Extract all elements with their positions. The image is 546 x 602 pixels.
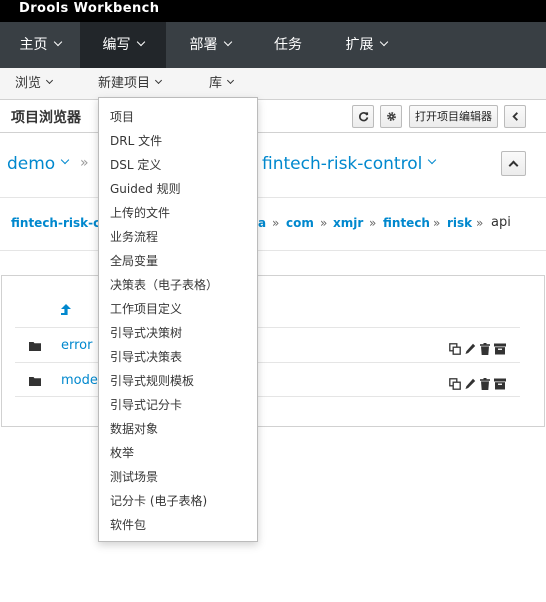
chevron-left-icon [511, 112, 518, 121]
settings-button[interactable] [380, 105, 402, 128]
nav-tasks-label: 任务 [274, 37, 302, 53]
subnav-new-item[interactable]: 新建项目 [98, 68, 163, 99]
copy-icon[interactable] [449, 340, 461, 359]
chevron-down-icon [154, 76, 163, 85]
nav-authoring[interactable]: 编写 [80, 22, 166, 68]
list-item: model [15, 362, 520, 397]
chevron-down-icon [53, 37, 62, 47]
trash-icon[interactable] [480, 375, 490, 394]
pencil-icon[interactable] [465, 340, 476, 359]
package-crumb[interactable]: a [258, 216, 266, 230]
nav-tasks[interactable]: 任务 [258, 22, 318, 68]
open-project-editor-button[interactable]: 打开项目编辑器 [409, 105, 498, 128]
chevron-down-icon [379, 37, 388, 47]
package-crumb[interactable]: xmjr [333, 216, 363, 230]
copy-icon[interactable] [449, 375, 461, 394]
archive-icon[interactable] [494, 375, 506, 394]
app-title: Drools Workbench [19, 1, 160, 16]
subnav-repository-label: 库 [209, 76, 223, 91]
project-dropdown[interactable]: fintech-risk-control [262, 154, 437, 174]
nav-deploy[interactable]: 部署 [170, 22, 250, 68]
package-crumb[interactable]: fintech [383, 216, 430, 230]
subnav-browse[interactable]: 浏览 [15, 68, 54, 99]
chevron-down-icon [136, 37, 145, 47]
pencil-icon[interactable] [465, 375, 476, 394]
workbench-page: Drools Workbench 主页 编写 部署 任务 扩展 浏览 新建项目 … [0, 0, 546, 602]
org-unit-dropdown[interactable]: demo [7, 154, 70, 174]
menu-item-drl-file[interactable]: DRL 文件 [99, 129, 257, 153]
menu-item-package[interactable]: 软件包 [99, 513, 257, 537]
row-actions [449, 375, 509, 390]
menu-item-dsl-definition[interactable]: DSL 定义 [99, 153, 257, 177]
menu-item-global-variable[interactable]: 全局变量 [99, 249, 257, 273]
nav-home-label: 主页 [19, 37, 48, 53]
menu-item-work-item-definition[interactable]: 工作项目定义 [99, 297, 257, 321]
collapse-up-button[interactable] [501, 151, 526, 176]
menu-item-guided-rule-template[interactable]: 引导式规则模板 [99, 369, 257, 393]
chevron-down-icon [226, 76, 235, 85]
nav-deploy-label: 部署 [189, 37, 218, 53]
package-separator-icon: » [272, 216, 280, 230]
package-breadcrumb: fintech-risk-co a » com » xmjr » fintech… [0, 197, 546, 251]
subnav-browse-label: 浏览 [15, 76, 42, 91]
package-separator-icon: » [433, 216, 441, 230]
subnav-new-item-label: 新建项目 [98, 76, 151, 91]
list-item: error [15, 327, 520, 362]
brand-bar: Drools Workbench [0, 0, 546, 22]
nav-authoring-label: 编写 [102, 37, 131, 53]
path-separator-icon: » [80, 155, 89, 171]
gear-icon [386, 112, 396, 121]
menu-item-uploaded-file[interactable]: 上传的文件 [99, 201, 257, 225]
level-up-icon[interactable] [60, 303, 72, 317]
menu-item-guided-decision-table[interactable]: 引导式决策表 [99, 345, 257, 369]
trash-icon[interactable] [480, 340, 490, 359]
package-crumb[interactable]: risk [447, 216, 472, 230]
org-unit-label: demo [7, 154, 56, 174]
main-nav: 主页 编写 部署 任务 扩展 [0, 22, 546, 68]
project-label: fintech-risk-control [262, 154, 423, 174]
folder-name[interactable]: model [61, 373, 101, 388]
menu-item-decision-table-spreadsheet[interactable]: 决策表（电子表格） [99, 273, 257, 297]
menu-item-business-process[interactable]: 业务流程 [99, 225, 257, 249]
chevron-down-icon [428, 155, 437, 165]
collapse-left-button[interactable] [504, 105, 526, 128]
chevron-down-icon [223, 37, 232, 47]
refresh-icon [358, 112, 368, 122]
menu-item-guided-scorecard[interactable]: 引导式记分卡 [99, 393, 257, 417]
project-path: demo » fintech-risk-control [0, 146, 546, 182]
menu-item-data-object[interactable]: 数据对象 [99, 417, 257, 441]
explorer-header: 项目浏览器 打开项目编辑器 [0, 100, 546, 133]
new-item-menu: 项目 DRL 文件 DSL 定义 Guided 规则 上传的文件 业务流程 全局… [98, 97, 258, 542]
nav-extensions-label: 扩展 [345, 37, 374, 53]
package-separator-icon: » [476, 216, 484, 230]
menu-item-guided-decision-tree[interactable]: 引导式决策树 [99, 321, 257, 345]
menu-item-scorecard-spreadsheet[interactable]: 记分卡 (电子表格) [99, 489, 257, 513]
nav-home[interactable]: 主页 [0, 22, 80, 68]
package-crumb[interactable]: com [286, 216, 314, 230]
open-project-editor-label: 打开项目编辑器 [415, 110, 492, 123]
current-package: api [491, 215, 511, 230]
package-crumb[interactable]: fintech-risk-co [11, 216, 108, 230]
folder-name[interactable]: error [61, 338, 92, 353]
menu-item-enumeration[interactable]: 枚举 [99, 441, 257, 465]
row-actions [449, 340, 509, 355]
menu-item-test-scenario[interactable]: 测试场景 [99, 465, 257, 489]
menu-item-project[interactable]: 项目 [99, 105, 257, 129]
package-separator-icon: » [320, 216, 328, 230]
nav-extensions[interactable]: 扩展 [326, 22, 406, 68]
folder-icon [29, 342, 41, 351]
menu-item-guided-rule[interactable]: Guided 规则 [99, 177, 257, 201]
sub-nav: 浏览 新建项目 库 [0, 68, 546, 100]
folder-icon [29, 377, 41, 386]
subnav-repository[interactable]: 库 [209, 68, 235, 99]
archive-icon[interactable] [494, 340, 506, 359]
chevron-up-icon [508, 160, 519, 171]
package-separator-icon: » [369, 216, 377, 230]
chevron-down-icon [45, 76, 54, 85]
refresh-button[interactable] [352, 105, 374, 128]
page-title: 项目浏览器 [11, 110, 81, 126]
chevron-down-icon [60, 155, 70, 165]
